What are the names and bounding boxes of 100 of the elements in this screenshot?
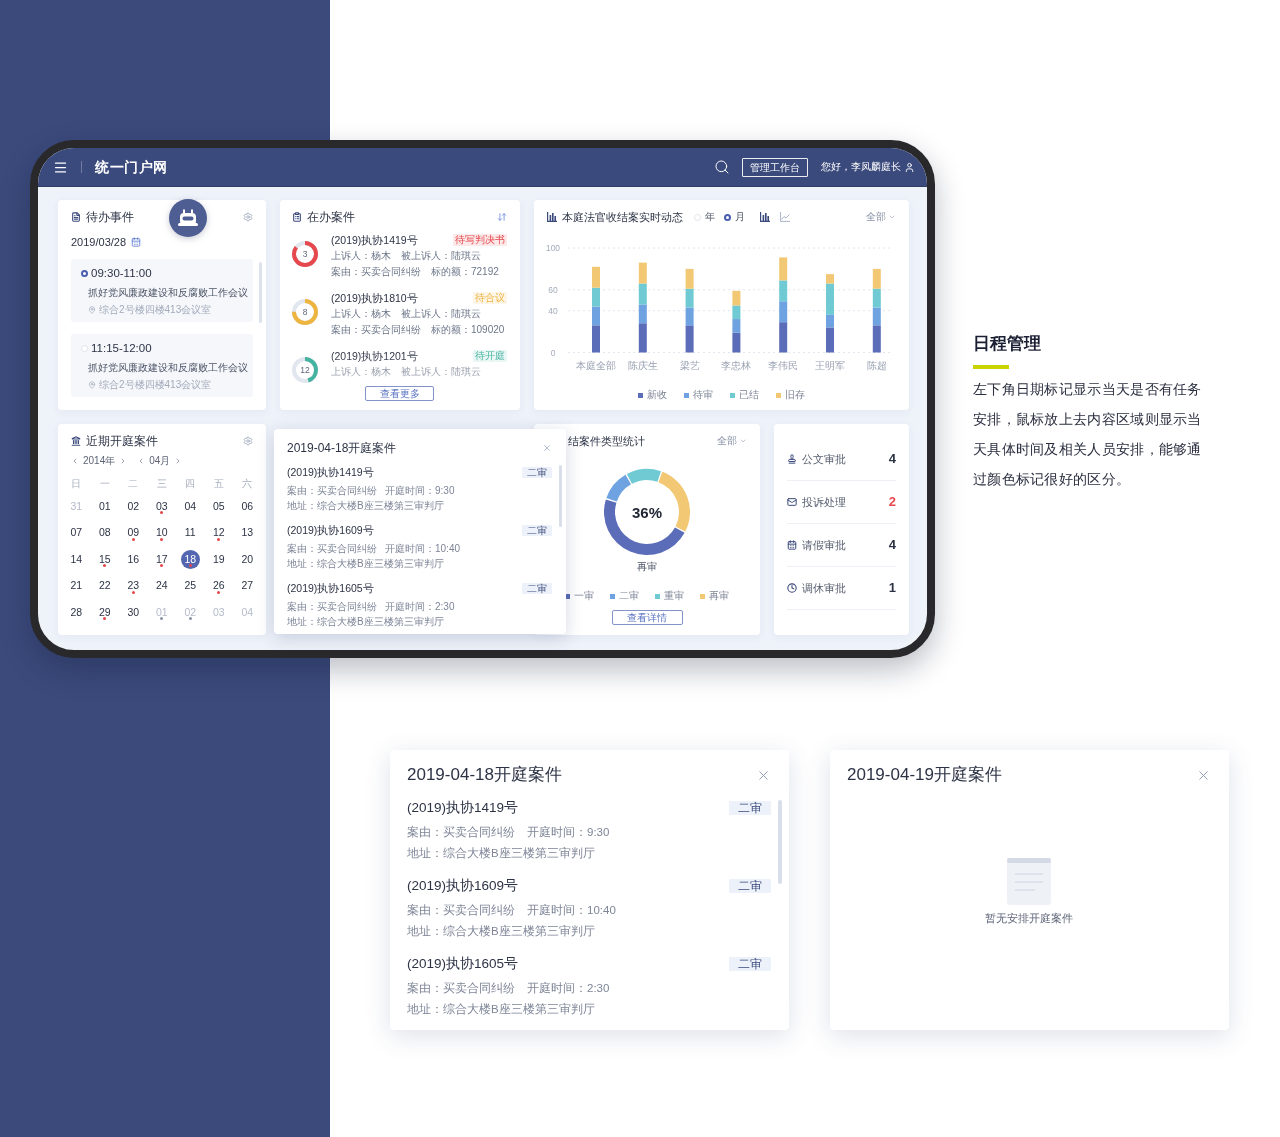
approval-label[interactable]: 投诉处理 <box>802 495 846 509</box>
radio-button[interactable] <box>81 269 88 277</box>
hearing-time: 开庭时间：9:30 <box>385 484 455 498</box>
scrollbar[interactable] <box>778 800 782 884</box>
menu-icon[interactable] <box>53 159 68 175</box>
line-chart-icon[interactable] <box>780 212 790 222</box>
calendar-day[interactable]: 02 <box>123 496 143 516</box>
calendar-day[interactable]: 19 <box>209 549 229 569</box>
approval-label[interactable]: 请假审批 <box>802 538 846 552</box>
event-card[interactable]: 09:30-11:00 抓好党风廉政建设和反腐败工作会议 综合2号楼四楼413会议室 <box>71 259 253 322</box>
bar-segment <box>779 322 788 353</box>
calendar-day[interactable]: 30 <box>123 602 143 622</box>
user-icon[interactable] <box>904 161 915 173</box>
calendar-day[interactable]: 15 <box>95 549 115 569</box>
case-number[interactable]: (2019)执协1201号 <box>331 348 418 364</box>
calendar-day[interactable]: 14 <box>66 549 86 569</box>
calendar-icon[interactable] <box>131 237 142 247</box>
workbench-button[interactable]: 管理工作台 <box>742 157 808 177</box>
weekday-label: 日 <box>71 477 82 491</box>
calendar-day[interactable]: 17 <box>152 549 172 569</box>
calendar-day[interactable]: 03 <box>152 496 172 516</box>
search-icon[interactable] <box>714 159 730 175</box>
calendar-day[interactable]: 04 <box>180 496 200 516</box>
calendar-day[interactable]: 06 <box>237 496 257 516</box>
appellant-text: 上诉人：杨木 <box>331 365 391 379</box>
legend-label: 重审 <box>664 590 684 602</box>
category-label: 李忠林 <box>721 359 752 371</box>
claim-amount: 标的额：109020 <box>431 323 505 337</box>
case-number[interactable]: (2019)执协1419号 <box>331 232 418 248</box>
case-address: 地址：综合大楼B座三楼第三审判厅 <box>287 499 444 513</box>
event-card[interactable]: 11:15-12:00 抓好党风廉政建设和反腐败工作会议 综合2号楼四楼413会议室 <box>71 334 253 397</box>
calendar-day[interactable]: 11 <box>180 523 200 542</box>
case-cause: 案由：买卖合同纠纷 <box>331 323 421 337</box>
calendar-day[interactable]: 09 <box>123 523 143 542</box>
calendar-day[interactable]: 27 <box>237 576 257 595</box>
scrollbar[interactable] <box>259 262 262 323</box>
calendar-day[interactable]: 12 <box>209 523 229 542</box>
status-tag: 待开庭 <box>473 350 507 362</box>
bar-chart-icon[interactable] <box>760 212 770 222</box>
greeting-text: 您好，李凤麟庭长 <box>821 160 901 174</box>
calendar-day[interactable]: 07 <box>66 523 86 542</box>
case-number: (2019)执协1419号 <box>407 799 519 817</box>
legend-label: 一审 <box>574 590 594 602</box>
chevron-down-icon <box>739 437 747 445</box>
calendar-day[interactable]: 25 <box>180 576 200 595</box>
case-number: (2019)执协1609号 <box>287 523 374 537</box>
close-icon[interactable] <box>542 443 552 453</box>
calendar-day[interactable]: 10 <box>152 523 172 542</box>
calendar-day[interactable]: 01 <box>95 496 115 516</box>
hearing-time: 开庭时间：10:40 <box>385 542 461 556</box>
more-button[interactable]: 查看更多 <box>365 386 434 401</box>
stage-tag: 二审 <box>729 801 771 815</box>
weekday-label: 四 <box>185 477 196 491</box>
period-option[interactable]: 年 <box>694 211 715 223</box>
case-cause: 案由：买卖合同纠纷 <box>287 600 377 614</box>
case-cause: 案由：买卖合同纠纷 <box>331 265 421 279</box>
calendar-day[interactable]: 16 <box>123 549 143 569</box>
category-label: 梁艺 <box>679 359 700 371</box>
calendar-day[interactable]: 18 <box>180 549 200 569</box>
legend-label: 待审 <box>693 389 713 401</box>
calendar-day[interactable]: 28 <box>66 602 86 622</box>
bar-segment <box>872 268 881 289</box>
hearing-time: 开庭时间：2:30 <box>385 600 455 614</box>
document-icon <box>71 212 81 222</box>
event-location: 综合2号楼四楼413会议室 <box>99 304 212 316</box>
robot-icon[interactable] <box>169 199 207 237</box>
stage-tag: 二审 <box>522 466 552 478</box>
sort-icon[interactable] <box>497 212 507 222</box>
calendar-day[interactable]: 05 <box>209 496 229 516</box>
calendar-day[interactable]: 20 <box>237 549 257 569</box>
approval-label[interactable]: 调休审批 <box>802 581 846 595</box>
bar-segment <box>638 262 647 284</box>
case-number: (2019)执协1605号 <box>407 955 519 973</box>
hearing-time: 开庭时间：10:40 <box>527 903 616 918</box>
axis-tick-label: 60 <box>548 284 558 295</box>
calendar-day[interactable]: 08 <box>95 523 115 542</box>
period-option[interactable]: 月 <box>724 211 745 223</box>
calendar-day[interactable]: 22 <box>95 576 115 595</box>
case-number: (2019)执协1609号 <box>407 877 519 895</box>
calendar-day[interactable]: 24 <box>152 576 172 595</box>
calendar-day[interactable]: 29 <box>95 602 115 622</box>
appellee-text: 被上诉人：陆琪云 <box>401 307 481 321</box>
calendar-day[interactable]: 23 <box>123 576 143 595</box>
calendar-day[interactable]: 26 <box>209 576 229 595</box>
details-button[interactable]: 查看详情 <box>611 610 683 625</box>
settings-icon[interactable] <box>243 212 253 222</box>
chevron-left-icon[interactable] <box>71 457 79 465</box>
bar-segment <box>638 283 647 305</box>
event-location: 综合2号楼四楼413会议室 <box>99 379 212 391</box>
calendar-day[interactable]: 21 <box>66 576 86 595</box>
calendar-day[interactable]: 13 <box>237 523 257 542</box>
weekday-label: 五 <box>213 477 224 491</box>
settings-icon[interactable] <box>243 436 253 446</box>
scrollbar[interactable] <box>559 465 562 527</box>
popup-title: 2019-04-18开庭案件 <box>287 441 397 455</box>
case-number[interactable]: (2019)执协1810号 <box>331 290 418 306</box>
case-address: 地址：综合大楼B座三楼第三审判厅 <box>407 846 595 861</box>
case-cause: 案由：买卖合同纠纷 <box>407 981 515 996</box>
approval-label[interactable]: 公文审批 <box>802 452 846 466</box>
stage-tag: 二审 <box>729 957 771 971</box>
